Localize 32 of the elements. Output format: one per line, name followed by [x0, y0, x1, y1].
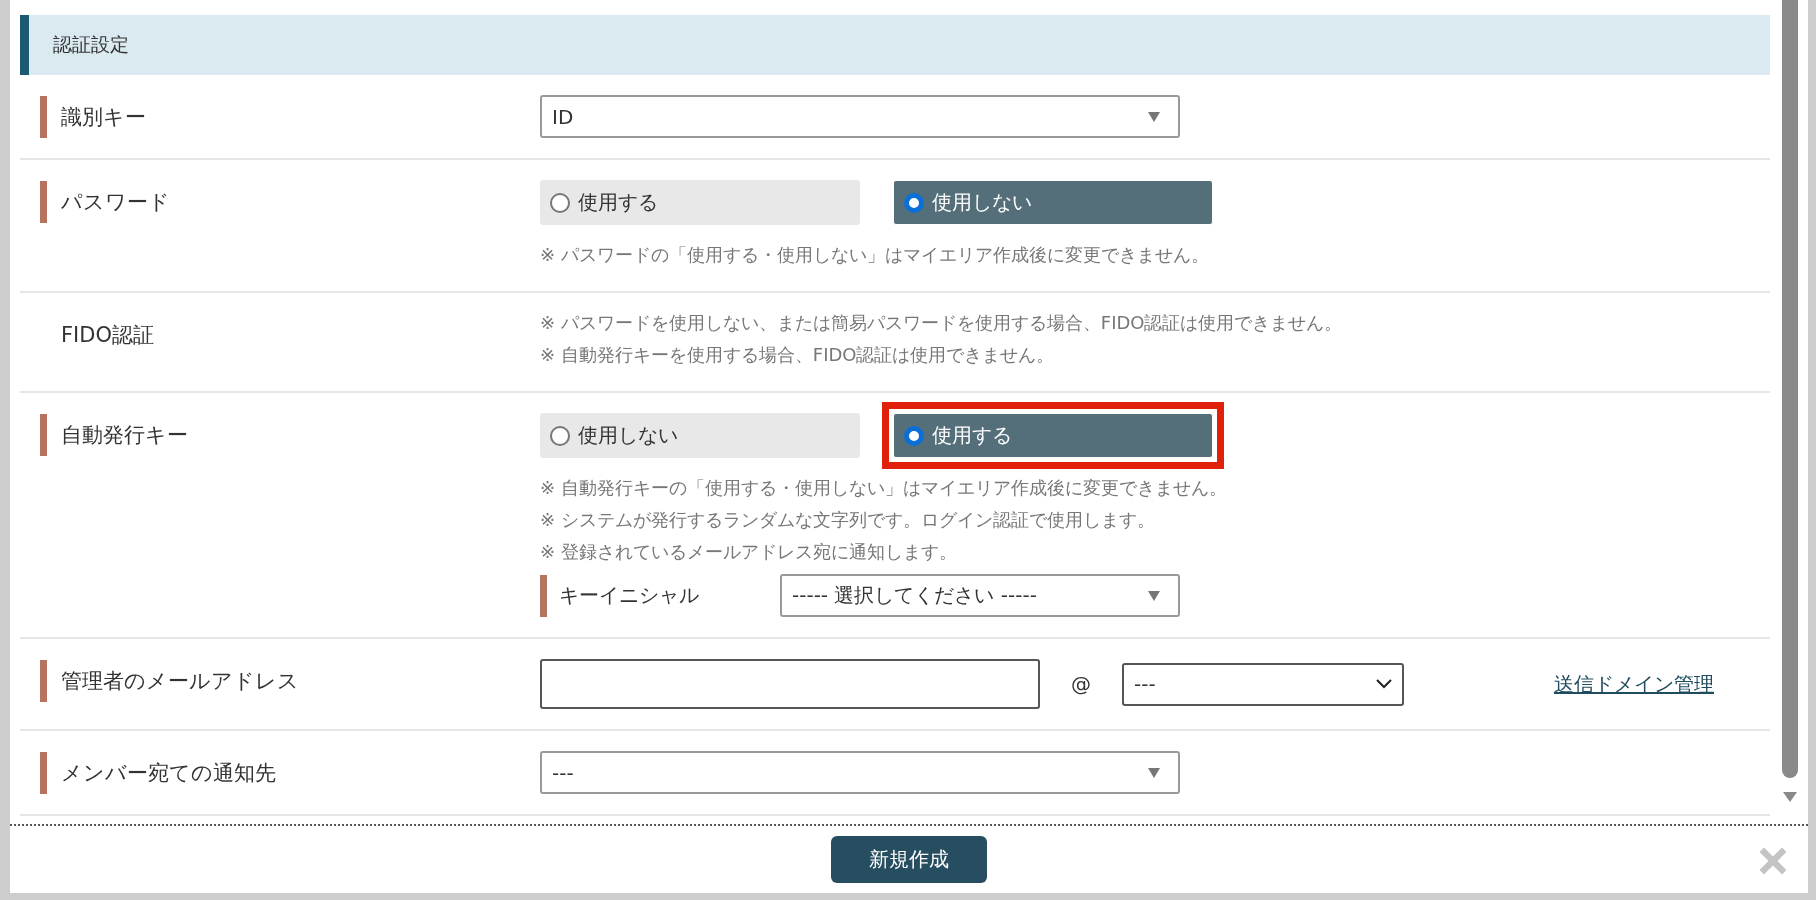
field-label: パスワード — [61, 189, 170, 216]
radio-option[interactable]: 使用する — [540, 180, 860, 225]
chevron-down-icon — [1376, 679, 1392, 689]
select-field[interactable]: ID — [540, 95, 1180, 138]
field-label: 自動発行キー — [61, 422, 188, 449]
dropdown-arrow-icon — [1148, 767, 1160, 778]
dropdown-arrow-icon — [1148, 590, 1160, 601]
scroll-down-arrow-icon[interactable] — [1783, 792, 1798, 802]
radio-option[interactable]: 使用しない — [893, 180, 1213, 225]
create-button[interactable]: 新規作成 — [831, 836, 987, 883]
note-text: ※ パスワードの「使用する・使用しない」はマイエリア作成後に変更できません。 — [540, 243, 1210, 267]
at-sign: @ — [1070, 672, 1092, 696]
close-icon[interactable] — [1758, 846, 1788, 876]
email-input[interactable] — [540, 659, 1040, 709]
note-text: ※ パスワードを使用しない、または簡易パスワードを使用する場合、FIDO認証は使用できません。 — [540, 311, 1344, 335]
field-label: メンバー宛ての通知先 — [61, 760, 276, 787]
select-field[interactable]: --- — [540, 751, 1180, 794]
domain-select[interactable]: --- — [1122, 662, 1404, 706]
domain-management-link[interactable]: 送信ドメイン管理 — [1554, 670, 1714, 698]
radio-option[interactable]: 使用する — [893, 413, 1213, 458]
field-label: FIDO認証 — [61, 322, 154, 349]
note-text: ※ システムが発行するランダムな文字列です。ログイン認証で使用します。 — [540, 508, 1156, 532]
dropdown-arrow-icon — [1148, 111, 1160, 122]
field-label: キーイニシャル — [559, 582, 700, 609]
field-label: 管理者のメールアドレス — [61, 668, 299, 695]
radio-option[interactable]: 使用しない — [540, 413, 860, 458]
note-text: ※ 自動発行キーの「使用する・使用しない」はマイエリア作成後に変更できません。 — [540, 476, 1228, 500]
field-label: 識別キー — [61, 104, 146, 131]
section-header: 認証設定 — [20, 15, 1771, 75]
select-field[interactable]: ----- 選択してください ----- — [780, 574, 1180, 617]
note-text: ※ 自動発行キーを使用する場合、FIDO認証は使用できません。 — [540, 343, 1056, 367]
note-text: ※ 登録されているメールアドレス宛に通知します。 — [540, 540, 958, 564]
